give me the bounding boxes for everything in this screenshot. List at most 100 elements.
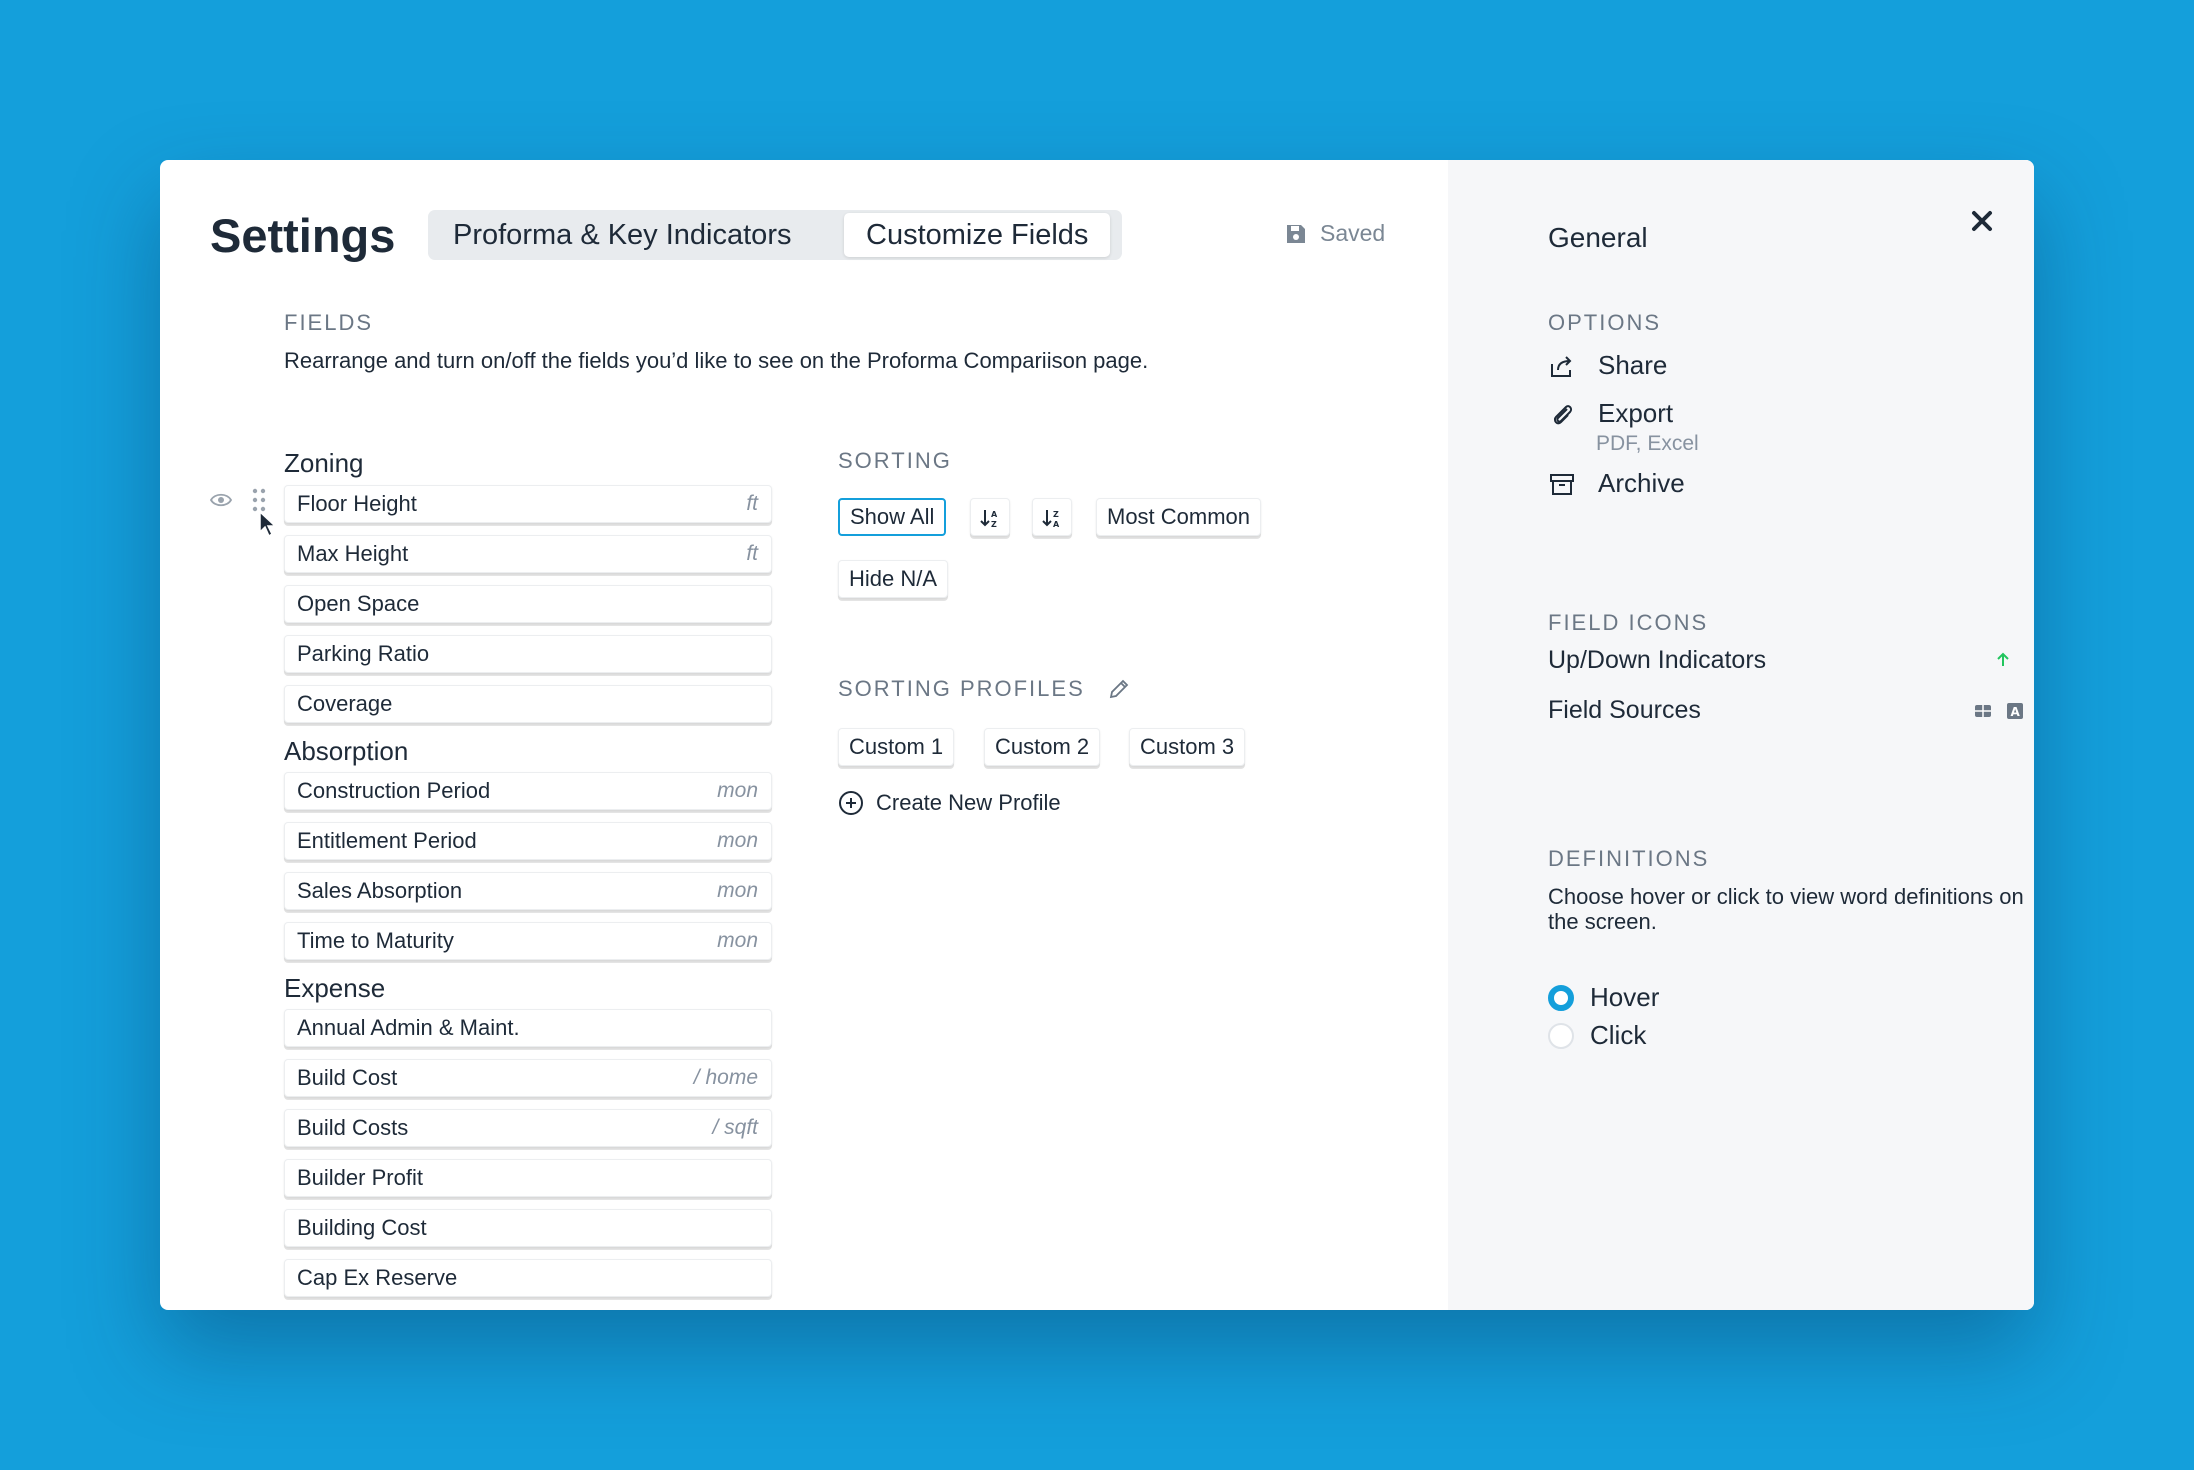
archive-icon	[1550, 473, 1574, 495]
definitions-label: DEFINITIONS	[1548, 846, 1710, 871]
create-new-profile-button[interactable]: Create New Profile	[838, 790, 1061, 816]
field-time-to-maturity[interactable]: Time to Maturity mon	[284, 922, 772, 960]
field-building-cost[interactable]: Building Cost	[284, 1209, 772, 1247]
svg-text:A: A	[1053, 520, 1060, 529]
field-label: Building Cost	[297, 1215, 427, 1240]
close-icon[interactable]	[1967, 206, 1997, 236]
field-unit: mon	[717, 779, 758, 802]
profile-custom-1-button[interactable]: Custom 1	[838, 728, 955, 766]
field-label: Annual Admin & Maint.	[297, 1015, 520, 1040]
archive-label: Archive	[1598, 468, 1685, 498]
sort-ascending-button[interactable]: AZ	[970, 498, 1010, 536]
tab-customize-fields[interactable]: Customize Fields	[844, 213, 1111, 257]
fields-label: FIELDS	[284, 310, 374, 335]
field-sources-label: Field Sources	[1548, 696, 1701, 724]
field-unit: mon	[717, 929, 758, 952]
settings-window: Settings Proforma & Key Indicators Custo…	[160, 160, 2034, 1310]
tab-bar: Proforma & Key Indicators Customize Fiel…	[428, 210, 1122, 260]
share-label: Share	[1598, 350, 1668, 380]
hide-na-button[interactable]: Hide N/A	[838, 560, 949, 598]
sorting-profiles-label: SORTING PROFILES	[838, 676, 1085, 701]
field-annual-admin[interactable]: Annual Admin & Maint.	[284, 1009, 772, 1047]
definitions-description: Choose hover or click to view word defin…	[1548, 884, 2024, 934]
export-formats: PDF, Excel	[1596, 432, 1699, 455]
field-unit: ft	[746, 492, 758, 515]
hover-radio-option[interactable]: Hover	[1548, 982, 1659, 1013]
tab-proforma[interactable]: Proforma & Key Indicators	[431, 213, 813, 257]
field-open-space[interactable]: Open Space	[284, 585, 772, 623]
archive-option[interactable]: Archive	[1548, 468, 1685, 499]
click-radio-option[interactable]: Click	[1548, 1020, 1646, 1051]
field-cap-ex-reserve[interactable]: Cap Ex Reserve	[284, 1259, 772, 1297]
click-radio[interactable]	[1548, 1022, 1574, 1049]
field-unit: / home	[693, 1066, 758, 1089]
export-option[interactable]: Export	[1548, 398, 1673, 429]
field-build-cost[interactable]: Build Cost / home	[284, 1059, 772, 1097]
pointer-cursor-icon	[259, 510, 277, 538]
field-label: Open Space	[297, 591, 420, 616]
field-entitlement-period[interactable]: Entitlement Period mon	[284, 822, 772, 860]
export-label: Export	[1598, 398, 1674, 428]
group-title-absorption: Absorption	[284, 736, 409, 766]
svg-text:A: A	[991, 510, 998, 519]
profile-custom-3-button[interactable]: Custom 3	[1129, 728, 1246, 766]
svg-text:Z: Z	[991, 520, 997, 529]
eye-icon[interactable]	[210, 492, 232, 508]
svg-text:Z: Z	[1053, 510, 1059, 519]
share-icon	[1551, 355, 1572, 377]
field-label: Build Costs	[297, 1115, 409, 1140]
field-sales-absorption[interactable]: Sales Absorption mon	[284, 872, 772, 910]
field-label: Coverage	[297, 691, 393, 716]
field-label: Floor Height	[297, 491, 417, 516]
field-unit: / sqft	[712, 1116, 758, 1139]
sort-ascending-icon: AZ	[980, 510, 998, 529]
field-construction-period[interactable]: Construction Period mon	[284, 772, 772, 810]
fields-description: Rearrange and turn on/off the fields you…	[284, 348, 1149, 373]
arrow-up-icon	[1997, 652, 2009, 666]
group-title-zoning: Zoning	[284, 448, 364, 478]
save-icon	[1287, 224, 1305, 243]
field-label: Sales Absorption	[297, 878, 463, 903]
field-builder-profit[interactable]: Builder Profit	[284, 1159, 772, 1197]
saved-label: Saved	[1320, 220, 1386, 246]
field-floor-height[interactable]: Floor Height ft	[284, 485, 772, 523]
letter-a-icon: A	[2007, 703, 2023, 719]
general-panel: General OPTIONS Share Export PDF, Excel …	[1448, 160, 2034, 1310]
most-common-button[interactable]: Most Common	[1096, 498, 1262, 536]
show-all-button[interactable]: Show All	[838, 498, 947, 536]
field-parking-ratio[interactable]: Parking Ratio	[284, 635, 772, 673]
field-coverage[interactable]: Coverage	[284, 685, 772, 723]
field-label: Time to Maturity	[297, 928, 454, 953]
hover-radio[interactable]	[1548, 984, 1574, 1011]
main-panel: Settings Proforma & Key Indicators Custo…	[160, 160, 1448, 1310]
pencil-icon[interactable]	[1107, 677, 1131, 701]
field-label: Build Cost	[297, 1065, 398, 1090]
field-max-height[interactable]: Max Height ft	[284, 535, 772, 573]
svg-text:A: A	[2011, 705, 2021, 719]
field-label: Builder Profit	[297, 1165, 423, 1190]
field-label: Construction Period	[297, 778, 491, 803]
paperclip-icon	[1553, 404, 1573, 424]
plus-circle-icon	[839, 791, 863, 815]
share-option[interactable]: Share	[1548, 350, 1667, 381]
field-label: Entitlement Period	[297, 828, 477, 853]
arrow-down-icon	[2032, 651, 2034, 669]
options-label: OPTIONS	[1548, 310, 1662, 335]
sort-descending-icon: ZA	[1042, 510, 1060, 529]
field-unit: mon	[717, 829, 758, 852]
sort-descending-button[interactable]: ZA	[1032, 498, 1072, 536]
panel-title: General	[1548, 222, 1648, 253]
field-build-costs[interactable]: Build Costs / sqft	[284, 1109, 772, 1147]
field-unit: ft	[746, 542, 758, 565]
field-label: Cap Ex Reserve	[297, 1265, 458, 1290]
field-label: Max Height	[297, 541, 409, 566]
updown-indicators-label: Up/Down Indicators	[1548, 646, 1767, 674]
profile-custom-2-button[interactable]: Custom 2	[984, 728, 1101, 766]
field-icons-label: FIELD ICONS	[1548, 610, 1709, 635]
sorting-label: SORTING	[838, 448, 952, 473]
table-icon	[1975, 705, 1991, 717]
field-label: Parking Ratio	[297, 641, 430, 666]
saved-status: Saved	[1284, 220, 1385, 247]
page-title: Settings	[210, 209, 396, 262]
create-new-profile-label: Create New Profile	[876, 790, 1061, 815]
